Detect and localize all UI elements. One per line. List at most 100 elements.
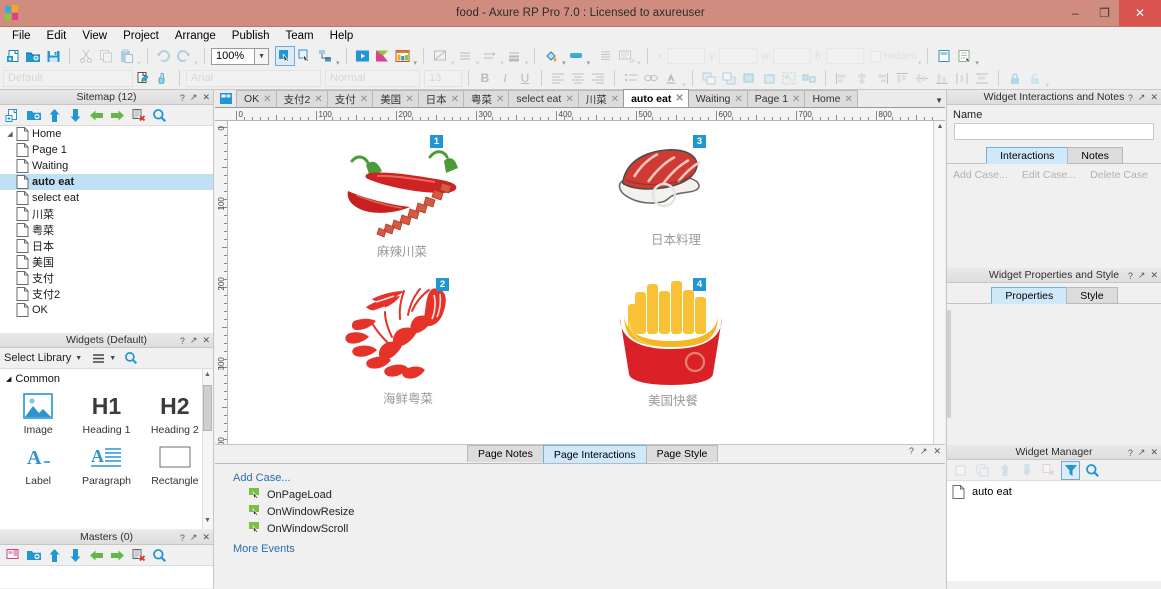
- sitemap-help-icon[interactable]: ?: [180, 93, 185, 103]
- sitemap-item-美国[interactable]: 美国: [0, 254, 213, 270]
- masters-list[interactable]: [0, 566, 213, 588]
- menu-publish[interactable]: Publish: [224, 29, 278, 43]
- widgets-float-icon[interactable]: ↗: [190, 335, 198, 346]
- menu-arrange[interactable]: Arrange: [167, 29, 224, 43]
- ungroup-icon[interactable]: [799, 68, 819, 88]
- widget-style-select[interactable]: Default: [3, 69, 133, 87]
- wi-help-icon[interactable]: ?: [1128, 93, 1133, 103]
- sitemap-item-select-eat[interactable]: select eat: [0, 190, 213, 206]
- align-objects-center-icon[interactable]: [852, 68, 872, 88]
- open-file-icon[interactable]: [23, 46, 43, 66]
- unlock-icon[interactable]: [1025, 68, 1045, 88]
- page-tab-page-interactions[interactable]: Page Interactions: [542, 445, 647, 463]
- canvas-item-fries[interactable]: 美国快餐: [588, 278, 758, 409]
- y-input[interactable]: [719, 48, 758, 64]
- tab-notes[interactable]: Notes: [1067, 147, 1123, 164]
- add-master-icon[interactable]: [3, 546, 22, 565]
- library-options-caret-icon[interactable]: ▼: [109, 355, 116, 362]
- italic-button[interactable]: I: [495, 68, 515, 88]
- move-down-icon[interactable]: [66, 106, 85, 125]
- canvas-item-chili[interactable]: 麻辣川菜: [322, 139, 482, 260]
- cut-icon[interactable]: [76, 46, 96, 66]
- canvas-page-surface[interactable]: 麻辣川菜 1 日本料理 3 海鲜粤菜 2 美国快餐 4: [236, 121, 928, 479]
- underline-button[interactable]: U: [515, 68, 535, 88]
- tab-close-icon[interactable]: ✕: [263, 94, 271, 105]
- add-master-folder-icon[interactable]: [24, 546, 43, 565]
- page-tab-page-style[interactable]: Page Style: [645, 445, 719, 462]
- menu-team[interactable]: Team: [278, 29, 322, 43]
- tab-auto-eat[interactable]: auto eat ✕: [623, 89, 689, 107]
- page-event-onwindowscroll[interactable]: OnWindowScroll: [249, 522, 945, 535]
- tab-close-icon[interactable]: ✕: [734, 94, 742, 105]
- tab-支付[interactable]: 支付 ✕: [326, 90, 374, 107]
- wp-close-icon[interactable]: ✕: [1150, 270, 1158, 281]
- indent-right-icon[interactable]: [87, 106, 106, 125]
- wm-close-icon[interactable]: ✕: [1150, 447, 1158, 458]
- align-left-icon[interactable]: [548, 68, 568, 88]
- tab-close-icon[interactable]: ✕: [565, 94, 573, 105]
- zoom-dropdown-icon[interactable]: ▼: [255, 47, 270, 65]
- font-style-select[interactable]: Normal: [325, 69, 420, 87]
- tab-ok[interactable]: OK ✕: [236, 90, 277, 107]
- page-tab-page-notes[interactable]: Page Notes: [467, 445, 544, 462]
- wm-delete-icon[interactable]: [1039, 461, 1058, 480]
- library-options-icon[interactable]: [92, 353, 105, 364]
- add-case-button[interactable]: Add Case...: [953, 169, 1008, 181]
- select-library-caret-icon[interactable]: ▼: [75, 355, 82, 362]
- widgets-help-icon[interactable]: ?: [180, 336, 185, 346]
- edit-case-button[interactable]: Edit Case...: [1022, 169, 1076, 181]
- undo-icon[interactable]: [154, 46, 174, 66]
- close-button[interactable]: ✕: [1119, 0, 1161, 26]
- widget-manager-list[interactable]: auto eat: [947, 481, 1161, 581]
- page-panel-help-icon[interactable]: ?: [909, 446, 914, 457]
- tab-close-icon[interactable]: ✕: [405, 94, 413, 105]
- search-pages-icon[interactable]: [150, 106, 169, 125]
- widgets-scroll-thumb[interactable]: [203, 385, 212, 431]
- delete-page-icon[interactable]: [129, 106, 148, 125]
- hidden-checkbox[interactable]: [869, 50, 881, 62]
- select-library-dropdown[interactable]: Select Library: [4, 352, 71, 364]
- widget-heading1[interactable]: H1 Heading 1: [72, 387, 140, 437]
- widget-view-icon[interactable]: [954, 46, 974, 66]
- align-objects-bottom-icon[interactable]: [932, 68, 952, 88]
- align-center-icon[interactable]: [568, 68, 588, 88]
- sitemap-float-icon[interactable]: ↗: [190, 92, 198, 103]
- canvas-item-sushi[interactable]: 日本料理: [586, 137, 766, 248]
- sitemap-item-ok[interactable]: OK: [0, 302, 213, 318]
- save-file-icon[interactable]: [43, 46, 63, 66]
- align-objects-right-icon[interactable]: [872, 68, 892, 88]
- wm-duplicate-icon[interactable]: [973, 461, 992, 480]
- distribute-horizontal-icon[interactable]: [952, 68, 972, 88]
- page-view-icon[interactable]: [934, 46, 954, 66]
- tab-select-eat[interactable]: select eat ✕: [508, 90, 579, 107]
- publish-icon[interactable]: [373, 46, 393, 66]
- widgets-scroll-up-icon[interactable]: ▲: [203, 371, 212, 381]
- delete-master-icon[interactable]: [129, 546, 148, 565]
- add-case-link[interactable]: Add Case...: [233, 472, 945, 484]
- tree-expander-icon[interactable]: ◢: [4, 130, 16, 138]
- maximize-button[interactable]: ❐: [1090, 0, 1119, 26]
- page-event-onwindowresize[interactable]: OnWindowResize: [249, 505, 945, 518]
- wm-move-down-icon[interactable]: [1017, 461, 1036, 480]
- canvas-badge-1[interactable]: 1: [430, 135, 443, 148]
- menu-help[interactable]: Help: [322, 29, 362, 43]
- align-objects-middle-icon[interactable]: [912, 68, 932, 88]
- tab-waiting[interactable]: Waiting ✕: [687, 90, 748, 107]
- direct-select-tool-icon[interactable]: [295, 46, 315, 66]
- master-indent-left-icon[interactable]: [108, 546, 127, 565]
- preview-icon[interactable]: [353, 46, 373, 66]
- minimize-button[interactable]: –: [1061, 0, 1090, 26]
- canvas-badge-3[interactable]: 3: [693, 135, 706, 148]
- tab-style[interactable]: Style: [1066, 287, 1118, 304]
- widget-name-input[interactable]: [954, 123, 1154, 140]
- zoom-input[interactable]: 100%: [211, 47, 256, 65]
- widget-search-icon[interactable]: [124, 351, 138, 365]
- menu-edit[interactable]: Edit: [39, 29, 75, 43]
- wm-move-up-icon[interactable]: [995, 461, 1014, 480]
- sitemap-close-icon[interactable]: ✕: [202, 92, 210, 103]
- page-event-onpageload[interactable]: OnPageLoad: [249, 488, 945, 501]
- sitemap-item-支付2[interactable]: 支付2: [0, 286, 213, 302]
- sitemap-item-川菜[interactable]: 川菜: [0, 206, 213, 222]
- tab-支付2[interactable]: 支付2 ✕: [275, 90, 328, 107]
- page-panel-close-icon[interactable]: ✕: [933, 446, 941, 457]
